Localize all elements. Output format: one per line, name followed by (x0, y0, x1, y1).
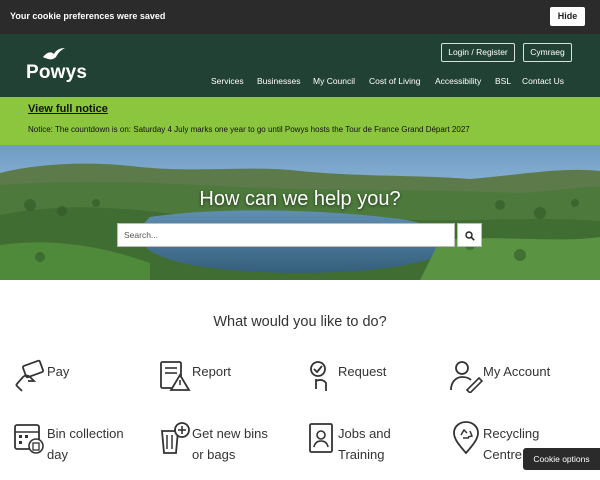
search-button[interactable] (457, 223, 482, 247)
task-label-line2: day (47, 447, 68, 462)
task-my-account[interactable]: My Account (483, 361, 550, 382)
report-warning-icon (160, 361, 191, 391)
nav-businesses[interactable]: Businesses (257, 76, 300, 86)
task-pay[interactable]: Pay (47, 361, 69, 382)
task-label: Request (338, 364, 387, 379)
calendar-bin-icon (14, 424, 44, 454)
task-request[interactable]: Request (338, 361, 386, 382)
logo-text: Powys (26, 62, 88, 83)
task-report[interactable]: Report (192, 361, 231, 382)
landscape-background (0, 145, 600, 280)
search-icon (465, 231, 475, 241)
cookie-banner: Your cookie preferences were saved Hide (0, 0, 600, 34)
cookie-message: Your cookie preferences were saved (10, 11, 166, 21)
login-register-button[interactable]: Login / Register (441, 43, 515, 62)
task-label: Get new bins (192, 426, 268, 441)
language-toggle-button[interactable]: Cymraeg (523, 43, 572, 62)
job-document-icon (309, 423, 333, 453)
hero-title: How can we help you? (199, 188, 401, 210)
task-label: Pay (47, 364, 70, 379)
hide-cookie-button[interactable]: Hide (550, 7, 585, 26)
nav-my-council[interactable]: My Council (313, 76, 355, 86)
touch-request-icon (310, 361, 327, 391)
bin-add-icon (161, 422, 190, 454)
site-search-input[interactable] (117, 223, 455, 247)
view-full-notice-link[interactable]: View full notice (28, 103, 108, 115)
task-new-bins[interactable]: Get new bins or bags (192, 423, 268, 465)
task-jobs-training[interactable]: Jobs and Training (338, 423, 391, 465)
notice-banner: View full notice Notice: The countdown i… (0, 97, 600, 145)
cookie-options-button[interactable]: Cookie options (523, 448, 600, 470)
nav-services[interactable]: Services (211, 76, 244, 86)
user-edit-icon (450, 361, 483, 393)
task-label: Bin collection (47, 426, 124, 441)
task-label-line2: or bags (192, 447, 236, 462)
site-header: Powys Login / Register Cymraeg Services … (0, 34, 600, 97)
task-label: Report (192, 364, 232, 379)
recycling-location-icon (453, 421, 479, 455)
task-label: Recycling (483, 426, 540, 441)
nav-contact-us[interactable]: Contact Us (522, 76, 564, 86)
task-label-line2: Training (338, 447, 385, 462)
task-label: Jobs and (338, 426, 391, 441)
nav-cost-of-living[interactable]: Cost of Living (369, 76, 421, 86)
tasks-heading: What would you like to do? (213, 314, 387, 330)
task-label: My Account (483, 364, 551, 379)
notice-text: Notice: The countdown is on: Saturday 4 … (28, 125, 470, 134)
hero-banner: How can we help you? (0, 145, 600, 280)
nav-bsl[interactable]: BSL (495, 76, 511, 86)
nav-accessibility[interactable]: Accessibility (435, 76, 481, 86)
task-bin-collection[interactable]: Bin collection day (47, 423, 124, 465)
bird-logo-icon (43, 48, 65, 60)
powys-logo[interactable]: Powys (26, 47, 88, 87)
credit-card-hand-icon (15, 359, 44, 392)
